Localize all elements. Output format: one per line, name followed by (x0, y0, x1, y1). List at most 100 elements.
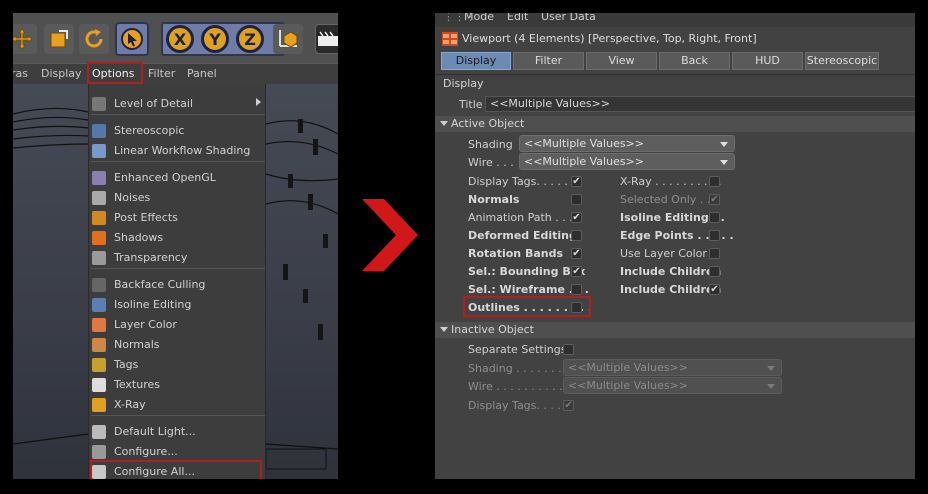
left-option-checkbox-1[interactable] (571, 194, 582, 205)
menu-item-textures[interactable]: Textures (89, 375, 267, 395)
left-option-checkbox-6[interactable] (571, 284, 582, 295)
isoline-editing-icon (92, 298, 106, 312)
configure-icon (92, 445, 106, 459)
rotate-tool-icon[interactable] (79, 24, 109, 54)
attribute-manager-panel: ⋮⋮⋮ Mode Edit User Data Viewport (4 Elem… (435, 13, 915, 479)
title-label: Title (459, 98, 483, 111)
x-axis-label: X (173, 29, 187, 49)
tab-stereoscopic[interactable]: Stereoscopic (805, 52, 879, 70)
menu-separator (91, 114, 265, 115)
menu-item-label: Normals (114, 338, 160, 351)
move-tool-icon[interactable] (13, 24, 37, 54)
left-option-checkbox-3[interactable] (571, 230, 582, 241)
inactive-shading-value: <<Multiple Values>> (568, 361, 688, 374)
left-option-checkbox-2[interactable]: ✔ (571, 212, 582, 223)
right-option-checkbox-6[interactable]: ✔ (709, 284, 720, 295)
inactive-object-header[interactable]: Inactive Object (435, 322, 915, 338)
tab-display[interactable]: Display (441, 52, 511, 70)
xray-icon (92, 398, 106, 412)
main-toolbar: X Y Z (13, 13, 338, 63)
separate-settings-checkbox[interactable] (563, 344, 574, 355)
left-option-label-2: Animation Path . . . (468, 211, 573, 224)
right-option-label-5: Include Children (620, 265, 722, 278)
menu-item-x-ray[interactable]: X-Ray (89, 395, 267, 415)
tab-hud[interactable]: HUD (732, 52, 803, 70)
chevron-down-icon (767, 366, 775, 371)
menu-cameras[interactable]: ras (13, 67, 28, 80)
textures-icon (92, 378, 106, 392)
wire-dropdown[interactable]: <<Multiple Values>> (519, 153, 735, 170)
left-option-label-3: Deformed Editing (468, 229, 577, 242)
left-option-checkbox-4[interactable]: ✔ (571, 248, 582, 259)
right-option-checkbox-4[interactable] (709, 248, 720, 259)
inactive-object-title: Inactive Object (451, 323, 534, 336)
menu-filter[interactable]: Filter (148, 67, 175, 80)
menu-item-linear-workflow-shading[interactable]: Linear Workflow Shading (89, 141, 267, 161)
menu-item-configure[interactable]: Configure... (89, 442, 267, 462)
menu-item-post-effects[interactable]: Post Effects (89, 208, 267, 228)
right-option-checkbox-1[interactable]: ✔ (709, 194, 720, 205)
menu-panel[interactable]: Panel (187, 67, 217, 80)
menu-edit[interactable]: Edit (507, 13, 528, 23)
chevron-down-icon (720, 142, 728, 147)
inactive-shading-dropdown[interactable]: <<Multiple Values>> (563, 359, 782, 376)
divider (435, 74, 915, 75)
left-option-label-4: Rotation Bands (468, 247, 564, 260)
inactive-wire-label: Wire . . . . . . . . . . . (468, 380, 570, 393)
linear-workflow-icon (92, 144, 106, 158)
selection-tool-icon[interactable] (115, 22, 149, 56)
menu-user-data[interactable]: User Data (541, 13, 596, 23)
tab-filter[interactable]: Filter (513, 52, 584, 70)
z-axis-button[interactable]: Z (236, 25, 264, 53)
menu-display[interactable]: Display (41, 67, 82, 80)
menu-item-default-light[interactable]: Default Light... (89, 422, 267, 442)
inactive-display-tags-checkbox[interactable]: ✔ (563, 400, 574, 411)
shadows-icon (92, 231, 106, 245)
menu-item-shadows[interactable]: Shadows (89, 228, 267, 248)
menu-item-isoline-editing[interactable]: Isoline Editing (89, 295, 267, 315)
level-of-detail-icon (92, 97, 106, 111)
menu-item-label: Default Light... (114, 425, 196, 438)
inactive-wire-dropdown[interactable]: <<Multiple Values>> (563, 377, 782, 394)
tab-view[interactable]: View (586, 52, 657, 70)
menu-mode[interactable]: Mode (464, 13, 494, 23)
tab-back[interactable]: Back (659, 52, 730, 70)
menu-item-transparency[interactable]: Transparency (89, 248, 267, 268)
title-field[interactable]: <<Multiple Values>> (485, 96, 915, 112)
outlines-highlight-box (463, 296, 591, 317)
post-effects-icon (92, 211, 106, 225)
scale-tool-icon[interactable] (44, 24, 74, 54)
menu-item-level-of-detail[interactable]: Level of Detail (89, 94, 267, 114)
right-option-checkbox-2[interactable] (709, 212, 720, 223)
menu-item-label: Transparency (114, 251, 188, 264)
menu-item-label: Backface Culling (114, 278, 206, 291)
menu-item-layer-color[interactable]: Layer Color (89, 315, 267, 335)
right-option-checkbox-5[interactable] (709, 266, 720, 277)
shading-dropdown[interactable]: <<Multiple Values>> (519, 135, 735, 152)
active-object-header[interactable]: Active Object (435, 116, 915, 132)
right-option-checkbox-3[interactable] (709, 230, 720, 241)
transparency-icon (92, 251, 106, 265)
render-view-icon[interactable] (315, 24, 338, 54)
coordinate-system-icon[interactable] (273, 24, 303, 54)
left-option-checkbox-0[interactable]: ✔ (571, 176, 582, 187)
wire-value: <<Multiple Values>> (524, 155, 644, 168)
menu-item-tags[interactable]: Tags (89, 355, 267, 375)
inactive-display-tags-label: Display Tags. . . . . (468, 399, 568, 412)
x-axis-button[interactable]: X (166, 25, 194, 53)
menu-item-noises[interactable]: Noises (89, 188, 267, 208)
layer-color-icon (92, 318, 106, 332)
collapse-triangle-icon[interactable] (440, 121, 448, 126)
y-axis-button[interactable]: Y (201, 25, 229, 53)
menu-item-label: Shadows (114, 231, 164, 244)
active-object-title: Active Object (451, 117, 525, 130)
left-option-checkbox-5[interactable]: ✔ (571, 266, 582, 277)
noises-icon (92, 191, 106, 205)
options-highlight-box (87, 62, 143, 84)
menu-item-backface-culling[interactable]: Backface Culling (89, 275, 267, 295)
menu-item-enhanced-opengl[interactable]: Enhanced OpenGL (89, 168, 267, 188)
collapse-triangle-icon[interactable] (440, 327, 448, 332)
right-option-checkbox-0[interactable] (709, 176, 720, 187)
menu-item-normals[interactable]: Normals (89, 335, 267, 355)
menu-item-stereoscopic[interactable]: Stereoscopic (89, 121, 267, 141)
